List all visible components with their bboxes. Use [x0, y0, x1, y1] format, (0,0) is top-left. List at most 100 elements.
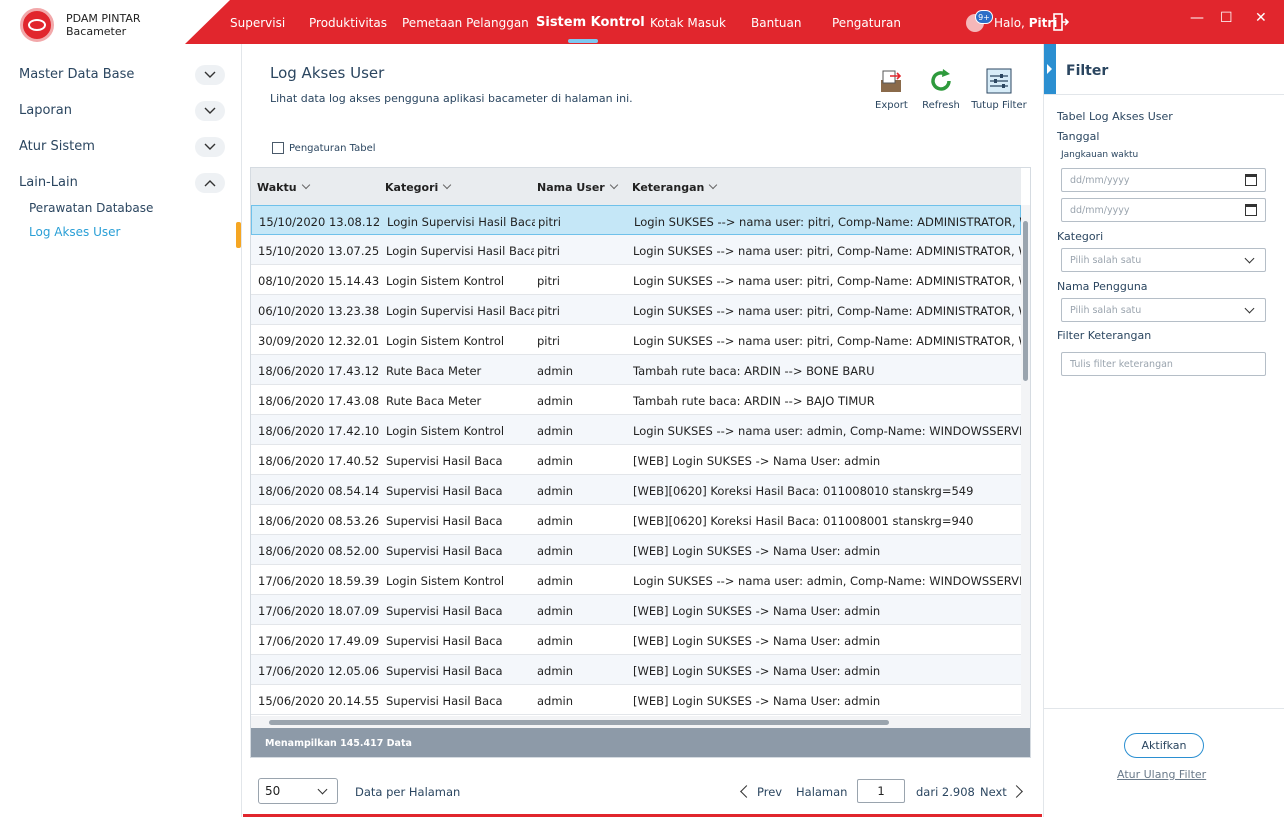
cell-keterangan: Login SUKSES --> nama user: admin, Comp-…	[633, 424, 1021, 438]
description-placeholder: Tulis filter keterangan	[1070, 359, 1173, 370]
nav-pengaturan[interactable]: Pengaturan	[832, 16, 901, 30]
logout-icon[interactable]	[1053, 13, 1069, 31]
table-row[interactable]: 18/06/2020 17.43.12 Rute Baca Meter admin T…	[251, 355, 1021, 385]
refresh-icon	[931, 69, 951, 91]
table-settings-button[interactable]: Pengaturan Tabel	[272, 142, 376, 154]
cell-waktu: 17/06/2020 18.07.09	[258, 604, 380, 618]
table-footer: Menampilkan 145.417 Data	[251, 728, 1030, 757]
calendar-icon[interactable]	[1245, 204, 1257, 216]
cell-nama-user: admin	[537, 604, 574, 618]
user-select[interactable]: Pilih salah satu	[1061, 298, 1266, 322]
scrollbar-thumb[interactable]	[269, 720, 889, 725]
chevron-down-icon[interactable]	[195, 65, 225, 85]
minimize-icon[interactable]: —	[1190, 10, 1204, 26]
scrollbar-thumb[interactable]	[1023, 221, 1028, 381]
chevron-up-icon[interactable]	[195, 173, 225, 193]
table-row[interactable]: 15/10/2020 13.07.25 Login Supervisi Hasil…	[251, 235, 1021, 265]
table-row[interactable]: 18/06/2020 08.52.00 Supervisi Hasil Baca a…	[251, 535, 1021, 565]
cell-waktu: 18/06/2020 17.43.08	[258, 394, 380, 408]
close-filter-button[interactable]: Tutup Filter	[971, 68, 1027, 111]
table-row[interactable]: 18/06/2020 17.42.10 Login Sistem Kontrol a…	[251, 415, 1021, 445]
horizontal-scrollbar[interactable]	[251, 716, 1030, 728]
sidebar-item-master-data-base[interactable]: Master Data Base	[19, 67, 134, 82]
chevron-right-icon[interactable]	[1010, 785, 1023, 798]
nav-supervisi[interactable]: Supervisi	[230, 16, 285, 30]
category-select[interactable]: Pilih salah satu	[1061, 248, 1266, 272]
cell-waktu: 15/10/2020 13.07.25	[258, 244, 380, 258]
cell-waktu: 08/10/2020 15.14.43	[258, 274, 380, 288]
date-from-input[interactable]: dd/mm/yyyy	[1061, 168, 1266, 192]
cell-keterangan: Tambah rute baca: ARDIN --> BONE BARU	[633, 364, 875, 378]
sidebar-item-laporan[interactable]: Laporan	[19, 103, 72, 118]
vertical-scrollbar[interactable]	[1021, 205, 1030, 716]
cell-kategori: Login Supervisi Hasil Baca	[386, 304, 534, 318]
sidebar-item-perawatan-database[interactable]: Perawatan Database	[29, 201, 153, 215]
nav-produktivitas[interactable]: Produktivitas	[309, 16, 387, 30]
table-row[interactable]: 18/06/2020 17.40.52 Supervisi Hasil Baca a…	[251, 445, 1021, 475]
nav-bantuan[interactable]: Bantuan	[751, 16, 801, 30]
table-header: Waktu Kategori Nama User Keterangan	[251, 168, 1021, 205]
table-row[interactable]: 17/06/2020 18.07.09 Supervisi Hasil Baca a…	[251, 595, 1021, 625]
collapse-filter-icon[interactable]	[1044, 44, 1056, 94]
column-header-nama-user[interactable]: Nama User	[537, 180, 618, 194]
reset-filter-link[interactable]: Atur Ulang Filter	[1117, 768, 1206, 781]
chevron-down-icon[interactable]	[195, 101, 225, 121]
per-page-label: Data per Halaman	[355, 785, 461, 799]
cell-nama-user: admin	[537, 574, 574, 588]
table-row[interactable]: 30/09/2020 12.32.01 Login Sistem Kontrol p…	[251, 325, 1021, 355]
cell-waktu: 17/06/2020 17.49.09	[258, 634, 380, 648]
close-icon[interactable]: ✕	[1255, 10, 1267, 26]
nav-pemetaan-pelanggan[interactable]: Pemetaan Pelanggan	[402, 16, 529, 30]
sidebar-item-atur-sistem[interactable]: Atur Sistem	[19, 139, 95, 154]
cell-waktu: 18/06/2020 08.53.26	[258, 514, 380, 528]
sidebar-item-lain-lain[interactable]: Lain-Lain	[19, 175, 78, 190]
per-page-select[interactable]: 50	[258, 778, 338, 804]
divider	[1044, 708, 1284, 709]
cell-waktu: 18/06/2020 17.42.10	[258, 424, 380, 438]
table-row[interactable]: 17/06/2020 12.05.06 Supervisi Hasil Baca a…	[251, 655, 1021, 685]
table-row[interactable]: 18/06/2020 08.53.26 Supervisi Hasil Baca a…	[251, 505, 1021, 535]
close-filter-label: Tutup Filter	[971, 100, 1027, 111]
export-button[interactable]: Export	[875, 68, 908, 111]
greeting-text: Halo,	[994, 16, 1025, 30]
table-row[interactable]: 17/06/2020 18.59.39 Login Sistem Kontrol a…	[251, 565, 1021, 595]
chevron-down-icon[interactable]	[195, 137, 225, 157]
table-row[interactable]: 15/10/2020 13.08.12 Login Supervisi Hasil…	[251, 205, 1022, 235]
table-row[interactable]: 17/06/2020 17.49.09 Supervisi Hasil Baca a…	[251, 625, 1021, 655]
cell-kategori: Rute Baca Meter	[386, 394, 482, 408]
sort-chevron-icon	[443, 180, 452, 190]
cell-keterangan: [WEB] Login SUKSES -> Nama User: admin	[633, 694, 881, 708]
table-row[interactable]: 18/06/2020 08.54.14 Supervisi Hasil Baca a…	[251, 475, 1021, 505]
cell-nama-user: admin	[537, 364, 574, 378]
page-description: Lihat data log akses pengguna aplikasi b…	[270, 92, 633, 105]
category-placeholder: Pilih salah satu	[1070, 255, 1142, 266]
filter-date-label: Tanggal	[1057, 130, 1100, 143]
calendar-icon[interactable]	[1245, 174, 1257, 186]
nav-kotak-masuk[interactable]: Kotak Masuk	[650, 16, 726, 30]
column-header-kategori[interactable]: Kategori	[385, 180, 452, 194]
table-row[interactable]: 08/10/2020 15.14.43 Login Sistem Kontrol p…	[251, 265, 1021, 295]
description-filter-input[interactable]: Tulis filter keterangan	[1061, 352, 1266, 376]
nav-sistem-kontrol[interactable]: Sistem Kontrol	[536, 15, 645, 30]
sidebar-item-log-akses-user[interactable]: Log Akses User	[29, 225, 120, 239]
page-input[interactable]: 1	[857, 779, 905, 803]
refresh-button[interactable]: Refresh	[921, 68, 961, 111]
table-row[interactable]: 18/06/2020 17.43.08 Rute Baca Meter admin T…	[251, 385, 1021, 415]
cell-kategori: Rute Baca Meter	[386, 364, 482, 378]
cell-keterangan: [WEB] Login SUKSES -> Nama User: admin	[633, 604, 881, 618]
main-content: Log Akses User Lihat data log akses peng…	[243, 44, 1042, 817]
apply-filter-button[interactable]: Aktifkan	[1124, 733, 1204, 758]
chevron-left-icon[interactable]	[740, 785, 753, 798]
filter-category-label: Kategori	[1057, 230, 1104, 243]
table-row[interactable]: 06/10/2020 13.23.38 Login Supervisi Hasil…	[251, 295, 1021, 325]
column-header-keterangan[interactable]: Keterangan	[632, 180, 718, 194]
maximize-icon[interactable]: ☐	[1220, 10, 1233, 26]
cell-waktu: 30/09/2020 12.32.01	[258, 334, 380, 348]
table-row[interactable]: 15/06/2020 20.14.55 Supervisi Hasil Baca a…	[251, 685, 1021, 715]
cell-waktu: 15/10/2020 13.08.12	[259, 215, 381, 229]
date-to-input[interactable]: dd/mm/yyyy	[1061, 198, 1266, 222]
next-button[interactable]: Next	[980, 785, 1007, 799]
prev-button[interactable]: Prev	[757, 785, 782, 799]
cell-keterangan: [WEB] Login SUKSES -> Nama User: admin	[633, 454, 881, 468]
column-header-waktu[interactable]: Waktu	[257, 180, 310, 194]
